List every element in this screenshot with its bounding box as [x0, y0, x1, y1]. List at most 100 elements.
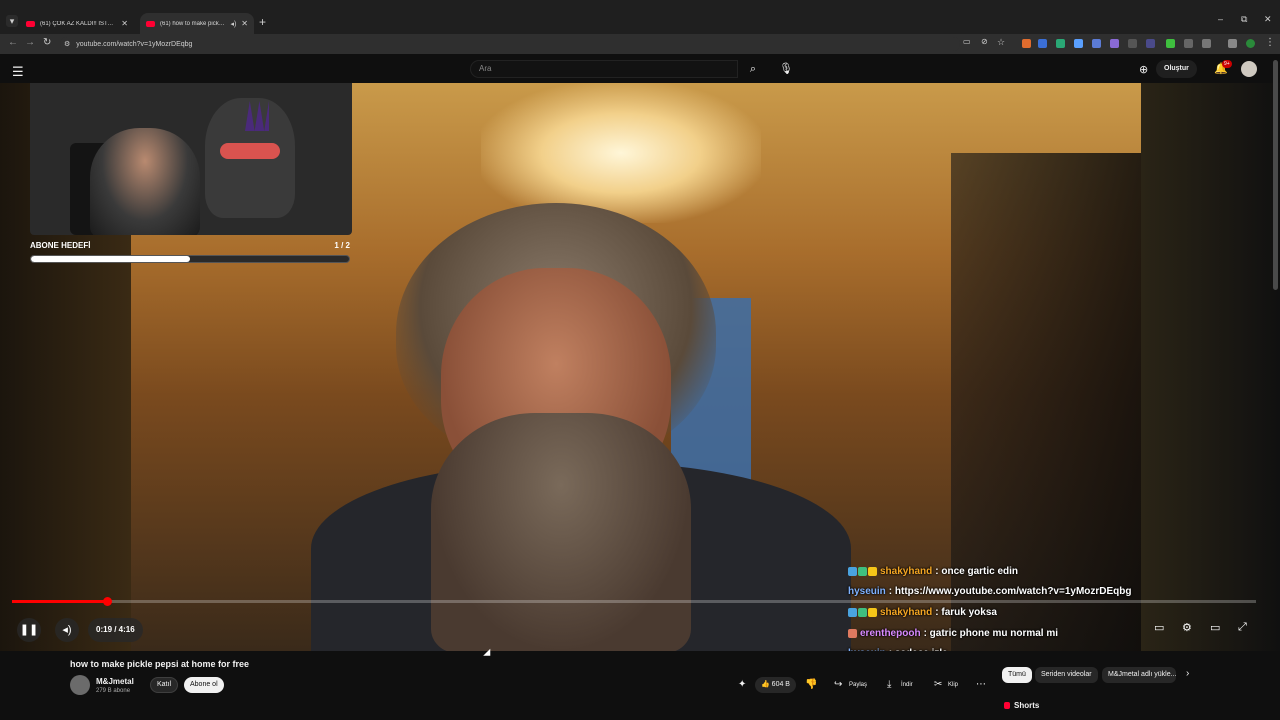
chat-badges: [848, 628, 857, 638]
extension-icon[interactable]: [1022, 39, 1031, 48]
extensions-puzzle-icon[interactable]: [1202, 39, 1211, 48]
clip-label[interactable]: Klip: [948, 682, 958, 688]
site-info-icon[interactable]: ⚙: [64, 40, 70, 48]
progress-played: [12, 600, 108, 603]
guide-menu-icon[interactable]: ☰: [12, 64, 24, 80]
tab-title: (61) ÇOK AZ KALDI!! İSTANBUL...: [40, 20, 116, 27]
chip-all[interactable]: Tümü: [1002, 667, 1032, 683]
extension-icon[interactable]: [1074, 39, 1083, 48]
eye-off-icon[interactable]: ⊘: [981, 37, 988, 46]
search-icon[interactable]: ⌕: [740, 60, 766, 78]
time-text: 0:19 / 4:16: [96, 625, 135, 634]
chat-username: hyseuin: [848, 648, 886, 651]
profile-icon[interactable]: [1246, 39, 1255, 48]
pause-button[interactable]: ❚❚: [17, 618, 41, 642]
restore-icon[interactable]: ⧉: [1241, 14, 1247, 25]
tab-search-icon[interactable]: ▾: [6, 15, 18, 27]
subscriber-goal: ABONE HEDEFİ 1 / 2: [30, 241, 352, 267]
chat-overlay: shakyhand: once gartic edin hyseuin: http…: [848, 561, 1268, 651]
shorts-heading: Shorts: [1014, 701, 1040, 710]
tab-close-icon[interactable]: ✕: [121, 19, 128, 28]
person-beard: [431, 413, 691, 651]
chat-text: : once gartic edin: [935, 565, 1019, 577]
youtube-favicon-icon: [146, 20, 155, 27]
share-label[interactable]: Paylaş: [849, 682, 867, 688]
new-tab-icon[interactable]: +: [259, 15, 266, 29]
minimize-icon[interactable]: –: [1218, 14, 1223, 24]
extension-icon[interactable]: [1056, 39, 1065, 48]
join-button[interactable]: Katıl: [150, 677, 179, 693]
cartoon-goggles: [220, 143, 280, 159]
youtube-favicon-icon: [26, 20, 35, 27]
ai-sparkle-icon[interactable]: ✦: [738, 679, 746, 690]
chat-badge-icon: [848, 628, 857, 638]
account-avatar[interactable]: [1241, 61, 1257, 77]
subtitles-icon[interactable]: ▭: [1154, 621, 1164, 634]
extension-icon[interactable]: [1166, 39, 1175, 48]
chat-badge-icon: [868, 566, 877, 576]
browser-tab-2[interactable]: (61) how to make pickle pe... ◂) ✕: [140, 13, 254, 34]
ceiling-light: [481, 83, 761, 223]
browser-tab-1[interactable]: (61) ÇOK AZ KALDI!! İSTANBUL... ✕: [20, 13, 134, 34]
extension-icon[interactable]: [1110, 39, 1119, 48]
subscriber-count: 279 B abone: [96, 688, 131, 694]
reload-icon[interactable]: ↻: [43, 37, 51, 48]
close-window-icon[interactable]: ✕: [1264, 14, 1272, 25]
extension-icon[interactable]: [1184, 39, 1193, 48]
theater-mode-icon[interactable]: ▭: [1210, 621, 1220, 634]
create-button[interactable]: Oluştur: [1156, 60, 1197, 78]
microphone-icon[interactable]: 🎙: [776, 60, 796, 78]
extension-icon[interactable]: [1228, 39, 1237, 48]
channel-avatar[interactable]: [70, 675, 90, 695]
chip-series-videos[interactable]: Seriden videolar: [1035, 667, 1098, 683]
address-bar: ← → ↻ ⚙ youtube.com/watch?v=1yMozrDEqbg …: [0, 34, 1280, 54]
video-create-icon[interactable]: ⊕: [1139, 63, 1148, 76]
like-count: 604 B: [771, 681, 790, 688]
chat-message: shakyhand: once gartic edin: [848, 561, 1268, 582]
goal-label: ABONE HEDEFİ: [30, 241, 91, 250]
streamer-webcam: [30, 83, 352, 235]
audio-playing-icon[interactable]: ◂): [230, 20, 236, 28]
clip-scissors-icon[interactable]: ✂: [934, 679, 942, 690]
cast-icon[interactable]: ▭: [963, 37, 971, 46]
extension-icon[interactable]: [1128, 39, 1137, 48]
url-field[interactable]: ⚙ youtube.com/watch?v=1yMozrDEqbg: [60, 37, 960, 51]
video-player[interactable]: ABONE HEDEFİ 1 / 2 shakyhand: once garti…: [0, 83, 1280, 651]
extension-icon[interactable]: [1092, 39, 1101, 48]
search-input[interactable]: Ara: [470, 60, 738, 78]
goal-count: 1 / 2: [334, 241, 350, 250]
back-icon[interactable]: ←: [8, 37, 18, 48]
video-title: how to make pickle pepsi at home for fre…: [70, 659, 250, 669]
extension-icon[interactable]: [1146, 39, 1155, 48]
thumbs-down-icon[interactable]: 👎: [805, 679, 817, 690]
page-scrollbar[interactable]: [1273, 60, 1278, 290]
chat-badges: [848, 607, 877, 617]
tab-close-icon[interactable]: ✕: [241, 19, 248, 28]
forward-icon[interactable]: →: [25, 37, 35, 48]
chat-message: hyseuin: sadece izle: [848, 643, 1268, 651]
download-label[interactable]: İndir: [901, 682, 913, 688]
like-button[interactable]: 👍 604 B: [755, 677, 796, 693]
chat-username: shakyhand: [880, 606, 933, 618]
subscribe-button[interactable]: Abone ol: [184, 677, 224, 693]
progress-bar[interactable]: [12, 597, 1256, 606]
chat-badge-icon: [858, 607, 867, 617]
goal-progress-track: [30, 255, 350, 263]
browser-tab-bar: ▾ (61) ÇOK AZ KALDI!! İSTANBUL... ✕ (61)…: [0, 0, 1280, 34]
settings-gear-icon[interactable]: ⚙: [1182, 621, 1192, 634]
fullscreen-icon[interactable]: ⤢: [1238, 621, 1247, 634]
chevron-right-icon[interactable]: ›: [1186, 668, 1189, 679]
extension-icon[interactable]: [1038, 39, 1047, 48]
time-display: 0:19 / 4:16: [88, 618, 143, 642]
share-icon[interactable]: ↪: [834, 679, 842, 690]
bookmark-star-icon[interactable]: ☆: [997, 37, 1005, 48]
chat-username: shakyhand: [880, 565, 933, 577]
chat-badge-icon: [848, 566, 857, 576]
volume-icon[interactable]: ◂): [55, 618, 79, 642]
browser-menu-icon[interactable]: ⋮: [1265, 37, 1275, 48]
download-icon[interactable]: ⤓: [887, 679, 891, 690]
chip-channel-uploads[interactable]: M&Jmetal adlı yükle...: [1102, 667, 1176, 683]
more-actions-icon[interactable]: ⋯: [976, 679, 986, 690]
chat-badge-icon: [848, 607, 857, 617]
channel-name[interactable]: M&Jmetal: [96, 677, 134, 686]
